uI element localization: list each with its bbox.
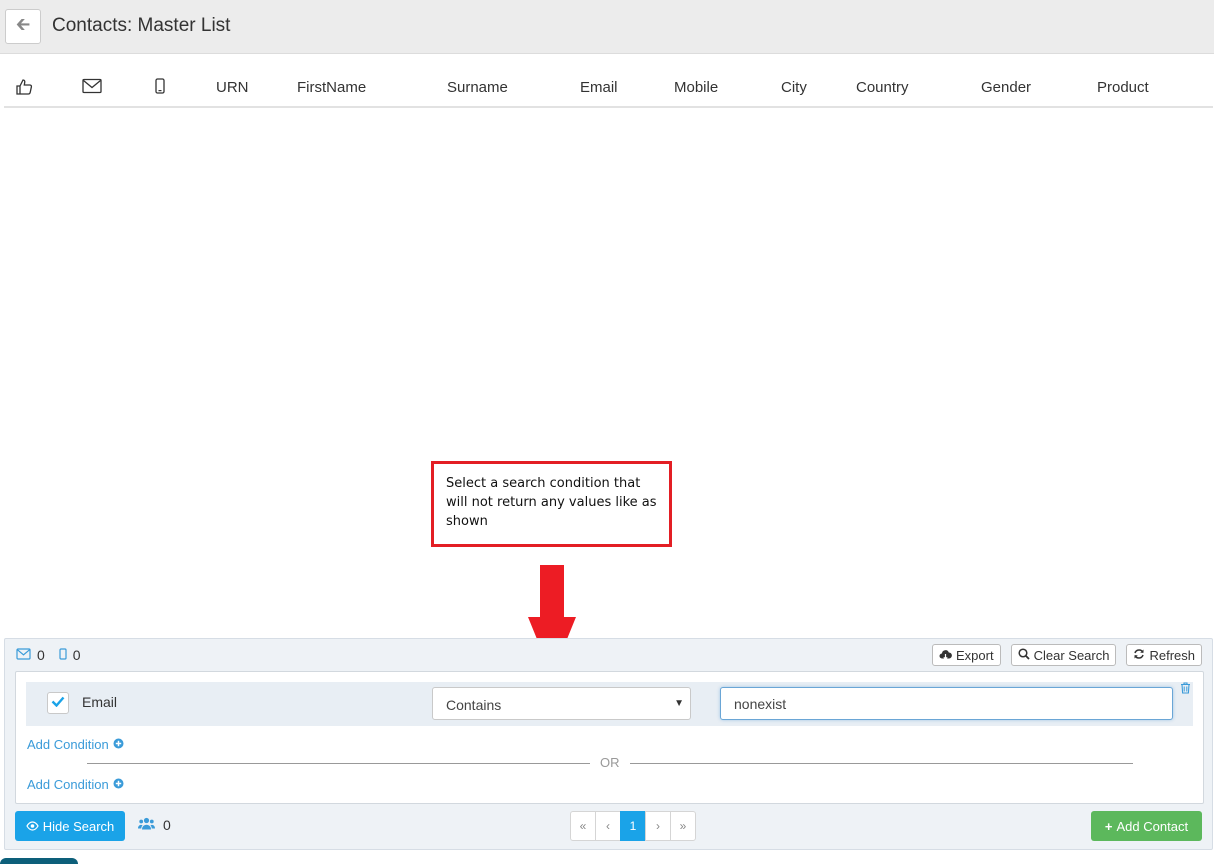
column-firstname[interactable]: FirstName: [297, 79, 366, 96]
thumbs-up-icon[interactable]: [15, 78, 33, 101]
pagination: « ‹ 1 › »: [570, 811, 696, 841]
export-button[interactable]: Export: [932, 644, 1001, 666]
column-email[interactable]: Email: [580, 79, 618, 96]
column-surname[interactable]: Surname: [447, 79, 508, 96]
condition-value-input[interactable]: [720, 687, 1173, 720]
refresh-icon: [1133, 648, 1145, 663]
bottom-widget-edge: [0, 858, 78, 864]
condition-operator-select[interactable]: Contains ▼: [432, 687, 691, 720]
condition-field-label: Email: [82, 694, 118, 710]
caret-down-icon: ▼: [674, 698, 684, 709]
plus-circle-icon: [113, 777, 124, 792]
arrow-left-icon: 🡰: [15, 13, 31, 34]
envelope-icon: [16, 647, 31, 663]
add-condition-link-1[interactable]: Add Condition: [27, 737, 124, 752]
mobile-icon: [59, 647, 67, 663]
add-condition-link-2[interactable]: Add Condition: [27, 777, 124, 792]
contacts-total: 0: [138, 817, 171, 833]
column-gender[interactable]: Gender: [981, 79, 1031, 96]
users-icon: [138, 817, 155, 833]
annotation-callout: Select a search condition that will not …: [431, 461, 672, 547]
page-last[interactable]: »: [670, 811, 696, 841]
cloud-download-icon: [939, 648, 952, 663]
condition-checkbox[interactable]: [47, 692, 69, 714]
or-divider-left: [87, 763, 590, 764]
selection-counts: 0 0: [16, 647, 81, 663]
eye-slash-icon: [26, 819, 39, 834]
checkmark-icon: [51, 694, 65, 712]
conditions-container: Email Contains ▼ Add Condition OR Add Co…: [15, 671, 1204, 804]
page-first[interactable]: «: [570, 811, 596, 841]
column-product[interactable]: Product: [1097, 79, 1149, 96]
trash-icon[interactable]: [1180, 682, 1191, 697]
column-country[interactable]: Country: [856, 79, 909, 96]
column-urn[interactable]: URN: [216, 79, 249, 96]
mobile-count: 0: [72, 647, 81, 663]
search-toolbar: Export Clear Search Refresh: [932, 644, 1202, 666]
search-panel: 0 0 Export Clear Search Refresh Email Co…: [4, 638, 1213, 850]
contacts-table-header: URN FirstName Surname Email Mobile City …: [4, 66, 1213, 108]
envelope-icon[interactable]: [82, 78, 102, 99]
add-contact-button[interactable]: + Add Contact: [1091, 811, 1202, 841]
page-current[interactable]: 1: [620, 811, 646, 841]
or-label: OR: [600, 755, 620, 770]
back-button[interactable]: 🡰: [5, 9, 41, 44]
search-icon: [1018, 647, 1030, 663]
condition-row: Email Contains ▼: [26, 682, 1193, 726]
column-mobile[interactable]: Mobile: [674, 79, 718, 96]
plus-icon: +: [1104, 818, 1113, 834]
page-next[interactable]: ›: [645, 811, 671, 841]
email-count: 0: [37, 647, 45, 663]
plus-circle-icon: [113, 737, 124, 752]
refresh-button[interactable]: Refresh: [1126, 644, 1202, 666]
clear-search-button[interactable]: Clear Search: [1010, 644, 1117, 666]
or-divider-right: [630, 763, 1133, 764]
page-title: Contacts: Master List: [52, 15, 231, 36]
mobile-icon[interactable]: [155, 78, 165, 99]
page-header: 🡰 Contacts: Master List: [0, 0, 1214, 54]
page-prev[interactable]: ‹: [595, 811, 621, 841]
hide-search-button[interactable]: Hide Search: [15, 811, 125, 841]
column-city[interactable]: City: [781, 79, 807, 96]
